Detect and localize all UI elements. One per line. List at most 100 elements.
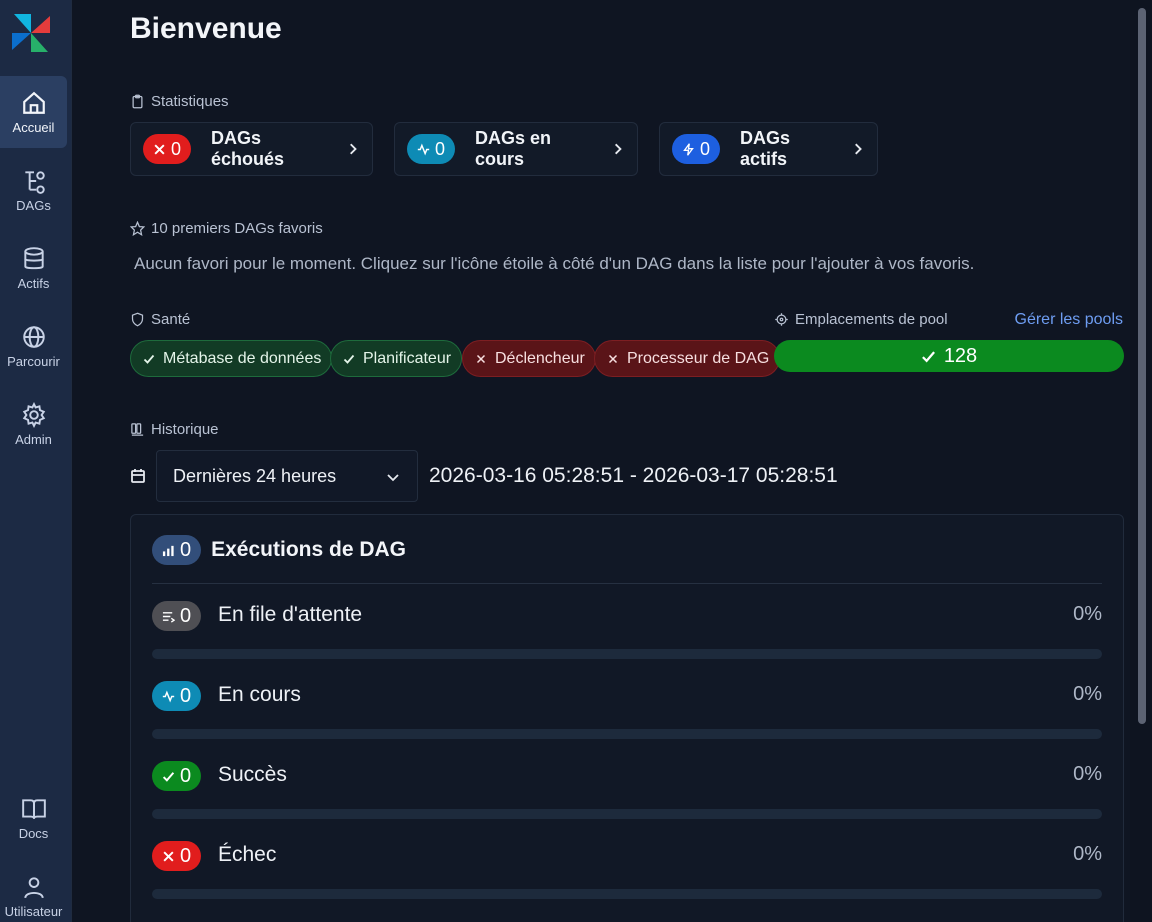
dag-runs-count: 0 (180, 538, 192, 561)
sidebar-item-label: Accueil (12, 119, 55, 135)
airflow-logo-icon[interactable] (8, 10, 54, 56)
date-range-text: 2026-03-16 05:28:51 - 2026-03-17 05:28:5… (429, 464, 838, 487)
health-badge-label: Processeur de DAG (627, 349, 770, 367)
history-heading-label: Historique (151, 421, 219, 438)
dag-runs-card: 0 Exécutions de DAG 0 En file d'attente … (130, 514, 1124, 922)
sidebar-item-actifs[interactable]: Actifs (0, 232, 67, 304)
favorites-empty-message: Aucun favori pour le moment. Cliquez sur… (134, 254, 975, 273)
running-runs-percent: 0% (1073, 683, 1102, 705)
chevron-right-icon (614, 143, 622, 155)
sidebar-item-dags[interactable]: DAGs (0, 154, 67, 226)
activity-icon (162, 689, 175, 703)
sidebar-item-admin[interactable]: Admin (0, 388, 67, 460)
health-badge-label: Déclencheur (495, 349, 585, 367)
vertical-scrollbar[interactable] (1130, 0, 1152, 922)
sidebar-item-label: DAGs (16, 197, 51, 213)
history-heading: Historique (130, 421, 219, 438)
activity-icon (417, 142, 430, 156)
x-icon (154, 143, 165, 155)
time-range-select[interactable]: Dernières 24 heures (156, 450, 418, 502)
pool-slots-count: 128 (943, 344, 978, 367)
database-icon (23, 246, 44, 269)
health-badge-label: Planificateur (363, 349, 452, 367)
queued-percent: 0% (1073, 603, 1102, 625)
chevron-down-icon (387, 474, 399, 482)
failed-runs-count: 0 (180, 844, 192, 867)
run-row-queued[interactable]: 0 En file d'attente 0% (152, 601, 1102, 661)
favorites-heading: 10 premiers DAGs favoris (130, 220, 323, 237)
failed-runs-percent: 0% (1073, 843, 1102, 865)
stat-card-failed[interactable]: 0 DAGs échoués (130, 122, 373, 176)
sidebar-item-label: Admin (15, 431, 52, 447)
main-content: Bienvenue Statistiques 0 DAGs échoués 0 … (72, 0, 1130, 922)
health-badge-scheduler: Planificateur (330, 340, 463, 377)
pool-slots-bar[interactable]: 128 (774, 340, 1124, 372)
x-icon (476, 354, 486, 363)
run-row-success[interactable]: 0 Succès 0% (152, 761, 1102, 821)
user-icon (23, 876, 44, 898)
success-label: Succès (218, 763, 287, 786)
run-row-failed[interactable]: 0 Échec 0% (152, 841, 1102, 901)
success-percent: 0% (1073, 763, 1102, 785)
failed-label: DAGs échoués (211, 128, 285, 169)
scrollbar-thumb[interactable] (1138, 8, 1146, 724)
sidebar-item-label: Actifs (17, 275, 50, 291)
pool-heading: Emplacements de pool (774, 311, 948, 328)
active-count-badge: 0 (672, 134, 721, 164)
success-count-badge: 0 (152, 761, 202, 791)
dag-runs-title: Exécutions de DAG (211, 538, 407, 561)
sidebar-item-label: Parcourir (7, 353, 60, 369)
health-badge-metadatabase: Métabase de données (130, 340, 333, 377)
health-heading-label: Santé (151, 311, 191, 328)
running-count: 0 (435, 138, 446, 159)
favorites-heading-label: 10 premiers DAGs favoris (151, 220, 323, 237)
divider (152, 583, 1102, 584)
stat-card-active[interactable]: 0 DAGs actifs (659, 122, 878, 176)
health-heading: Santé (130, 311, 190, 328)
failed-count: 0 (171, 138, 182, 159)
bolt-icon (683, 142, 694, 156)
page-title: Bienvenue (130, 12, 282, 45)
x-icon (163, 850, 174, 862)
history-icon (131, 423, 144, 436)
check-icon (143, 354, 155, 364)
run-row-running[interactable]: 0 En cours 0% (152, 681, 1102, 741)
calendar-icon (131, 469, 145, 483)
globe-icon (22, 325, 45, 348)
queued-count: 0 (180, 604, 192, 627)
manage-pools-link[interactable]: Gérer les pools (1015, 311, 1124, 329)
health-badge-triggerer: Déclencheur (462, 340, 596, 377)
failed-progress-track (152, 889, 1102, 899)
check-icon (162, 771, 175, 782)
health-badge-dag-processor: Processeur de DAG (594, 340, 781, 377)
x-icon (608, 354, 618, 363)
sidebar-item-docs[interactable]: Docs (0, 782, 67, 854)
queued-label: En file d'attente (218, 603, 363, 626)
running-progress-track (152, 729, 1102, 739)
sidebar-item-parcourir[interactable]: Parcourir (0, 310, 67, 382)
sidebar-item-label: Utilisateur (4, 903, 63, 919)
sidebar-item-accueil[interactable]: Accueil (0, 76, 67, 148)
clipboard-icon (132, 94, 143, 109)
check-icon (921, 350, 935, 363)
running-runs-count: 0 (180, 684, 192, 707)
pool-heading-label: Emplacements de pool (795, 311, 948, 328)
check-icon (343, 354, 355, 364)
stat-card-running[interactable]: 0 DAGs en cours (394, 122, 638, 176)
running-runs-label: En cours (218, 683, 301, 706)
app: Accueil DAGs Actifs Parcourir Admin Docs… (0, 0, 1152, 922)
success-count: 0 (180, 764, 192, 787)
stats-heading-label: Statistiques (151, 93, 229, 110)
queue-icon (162, 611, 175, 623)
failed-count-badge: 0 (143, 134, 192, 164)
active-count: 0 (700, 138, 711, 159)
success-progress-track (152, 809, 1102, 819)
dag-runs-count-badge: 0 (152, 535, 202, 565)
star-icon (130, 221, 145, 236)
target-icon (775, 313, 788, 326)
time-range-value: Dernières 24 heures (173, 465, 337, 486)
dag-icon (24, 170, 45, 194)
sidebar-item-utilisateur[interactable]: Utilisateur (0, 860, 67, 922)
running-count-badge: 0 (407, 134, 456, 164)
sidebar-item-label: Docs (18, 825, 49, 841)
